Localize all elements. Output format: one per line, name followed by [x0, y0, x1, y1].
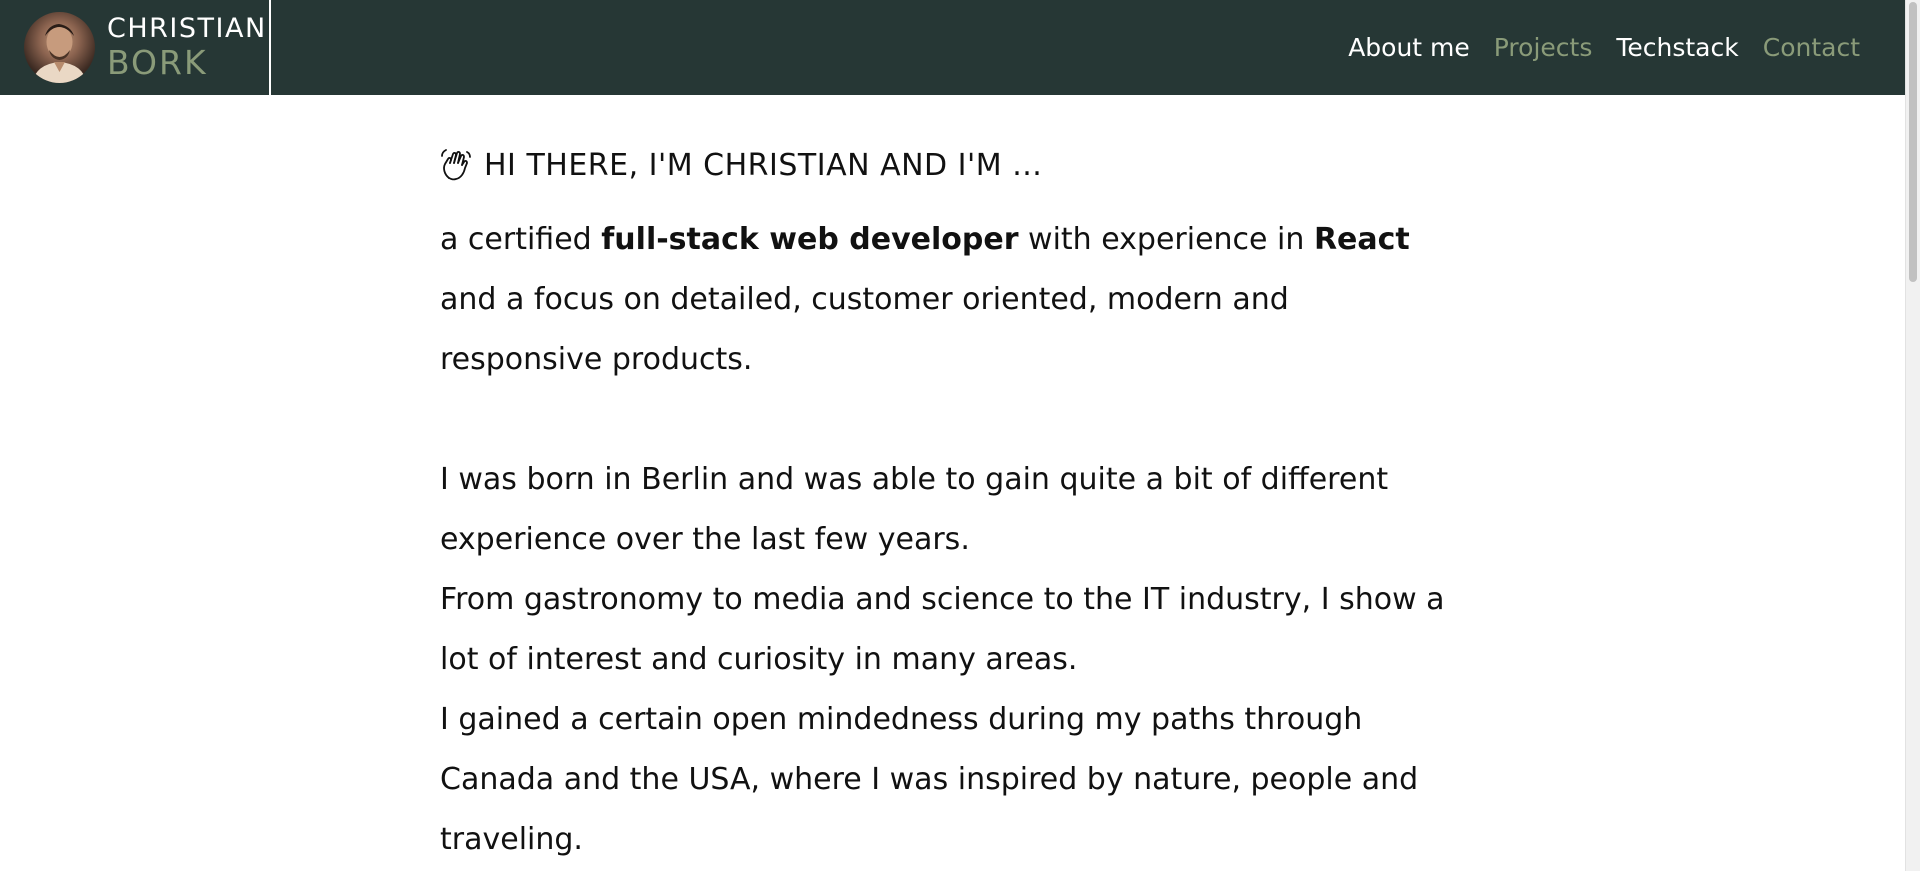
waving-hand-icon	[440, 148, 472, 182]
nav-link-about-me[interactable]: About me	[1348, 33, 1470, 62]
intro-role-highlight: full-stack web developer	[601, 222, 1019, 257]
avatar	[24, 12, 95, 83]
intro-paragraph: a certified full-stack web developer wit…	[440, 210, 1460, 390]
avatar-portrait-icon	[32, 24, 87, 83]
brand-first-name: CHRISTIAN	[107, 13, 267, 44]
nav-link-contact[interactable]: Contact	[1763, 33, 1860, 62]
intro-text-end: and a focus on detailed, customer orient…	[440, 282, 1289, 377]
intro-text-middle: with experience in	[1018, 222, 1314, 257]
main-nav: About me Projects Techstack Contact	[1348, 0, 1860, 95]
brand-last-name: BORK	[107, 43, 208, 82]
scrollbar-thumb[interactable]	[1909, 2, 1917, 282]
page: CHRISTIAN BORK About me Projects Techsta…	[0, 0, 1920, 871]
greeting-heading: HI THERE, I'M CHRISTIAN AND I'M ...	[440, 140, 1460, 190]
top-navigation-bar: CHRISTIAN BORK About me Projects Techsta…	[0, 0, 1905, 95]
intro-text-start: a certified	[440, 222, 602, 257]
brand-logo[interactable]: CHRISTIAN BORK	[0, 0, 271, 95]
greeting-text: HI THERE, I'M CHRISTIAN AND I'M ...	[484, 147, 1043, 183]
vertical-scrollbar[interactable]	[1905, 0, 1920, 871]
intro-tech-highlight: React	[1313, 222, 1410, 257]
nav-link-techstack[interactable]: Techstack	[1616, 33, 1738, 62]
bio-paragraph-3: I gained a certain open mindedness durin…	[440, 702, 1419, 857]
about-section: HI THERE, I'M CHRISTIAN AND I'M ... a ce…	[440, 140, 1460, 870]
nav-link-projects[interactable]: Projects	[1494, 33, 1593, 62]
bio-paragraph-1: I was born in Berlin and was able to gai…	[440, 462, 1389, 557]
bio-paragraph-2: From gastronomy to media and science to …	[440, 582, 1445, 677]
